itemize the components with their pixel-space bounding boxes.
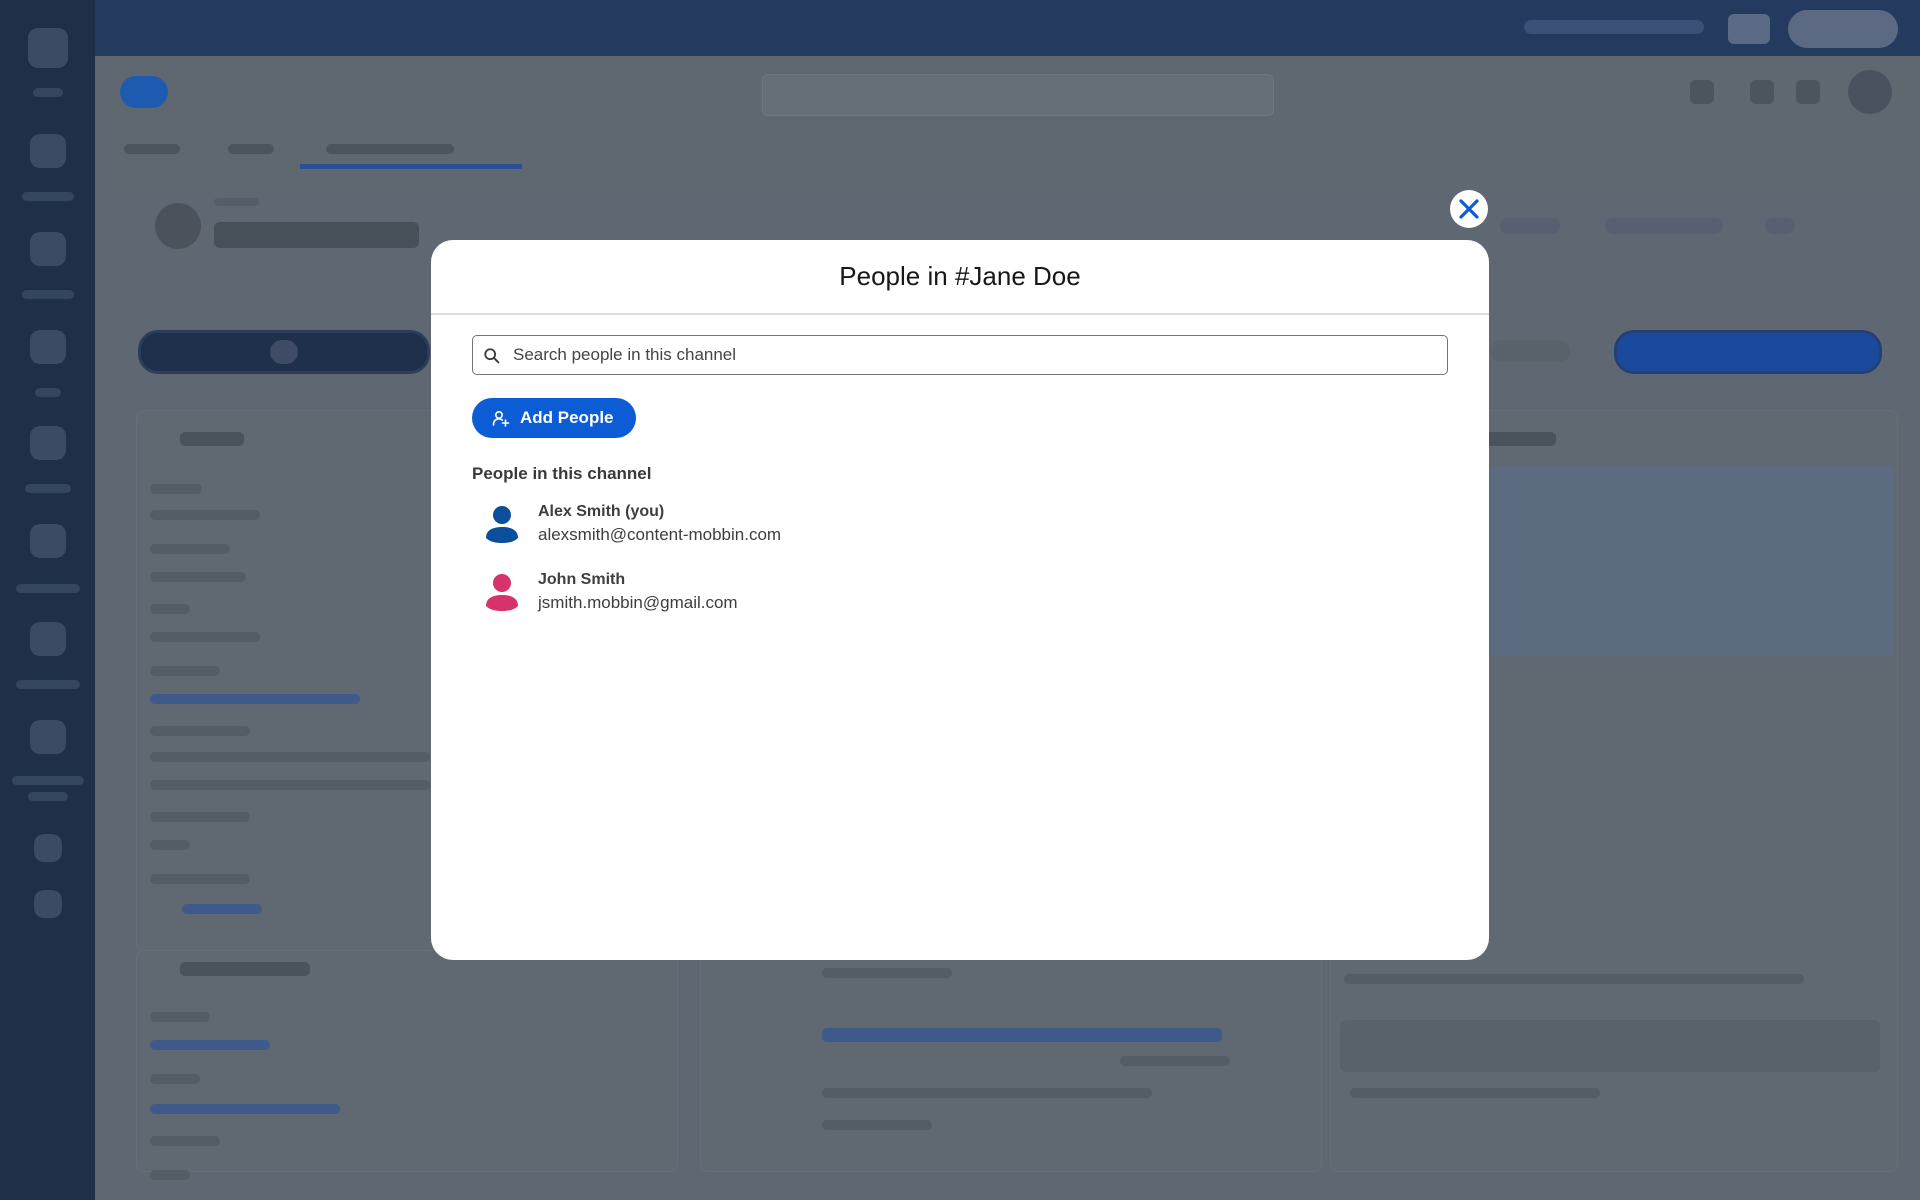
nav-icon (30, 232, 66, 266)
user-avatar-icon (486, 574, 518, 611)
person-list-item[interactable]: John Smith jsmith.mobbin@gmail.com (472, 564, 1449, 620)
add-person-icon (492, 410, 510, 427)
search-icon (484, 348, 500, 364)
top-bar (95, 0, 1920, 56)
section-heading: People in this channel (472, 464, 652, 483)
person-name: Alex Smith (you) (538, 503, 665, 520)
user-avatar-icon (486, 506, 518, 543)
modal-body: Add People People in this channel Alex S… (431, 315, 1489, 620)
nav-icon (30, 622, 66, 656)
nav-icon (30, 720, 66, 754)
person-name: John Smith (538, 571, 626, 588)
close-modal-button[interactable] (1450, 190, 1488, 228)
left-nav-rail (0, 0, 95, 1200)
nav-icon (30, 426, 66, 460)
nav-icon (30, 330, 66, 364)
people-modal: People in #Jane Doe Add People People in… (431, 240, 1489, 960)
add-people-button[interactable]: Add People (472, 398, 636, 438)
add-people-label: Add People (520, 408, 614, 427)
people-search-box[interactable] (472, 335, 1448, 375)
person-email: alexsmith@content-mobbin.com (538, 525, 782, 544)
nav-icon (30, 134, 66, 168)
nav-icon (30, 524, 66, 558)
global-search-bg (762, 74, 1274, 116)
person-list-item[interactable]: Alex Smith (you) alexsmith@content-mobbi… (472, 496, 1449, 552)
people-search-input[interactable] (473, 336, 1447, 374)
close-icon (1459, 199, 1479, 219)
modal-title: People in #Jane Doe (431, 240, 1489, 315)
person-email: jsmith.mobbin@gmail.com (538, 593, 738, 612)
app-launcher-icon (28, 28, 68, 68)
brand-logo (120, 76, 168, 108)
